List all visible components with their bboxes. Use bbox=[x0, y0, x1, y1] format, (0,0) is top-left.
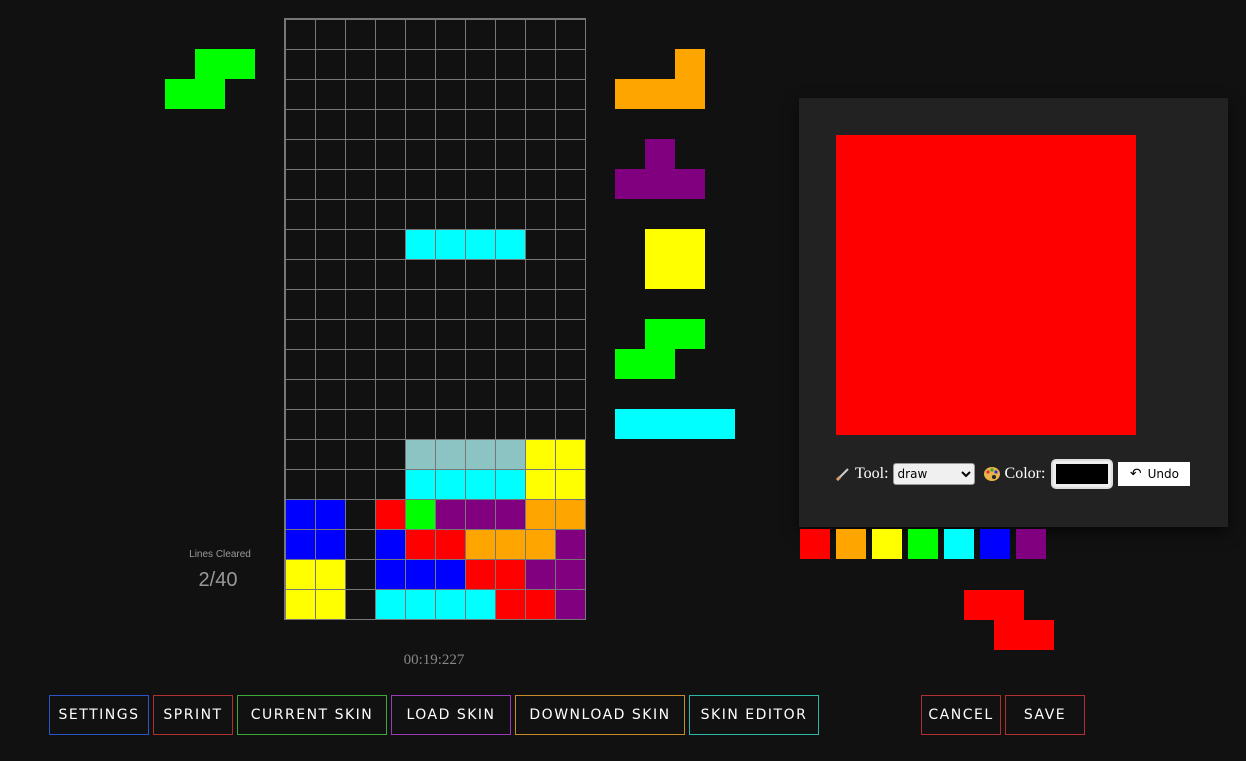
next-piece-block bbox=[645, 229, 675, 259]
next-piece-block bbox=[645, 409, 675, 439]
hold-piece-block bbox=[195, 79, 225, 109]
next-piece-block bbox=[615, 169, 645, 199]
load-skin-button[interactable]: LOAD SKIN bbox=[391, 695, 511, 735]
next-piece-block bbox=[615, 79, 645, 109]
palette-swatch[interactable] bbox=[836, 529, 866, 559]
timer: 00:19:227 bbox=[403, 652, 465, 668]
next-piece-block bbox=[645, 259, 675, 289]
board-grid bbox=[285, 19, 585, 619]
next-piece-block bbox=[675, 409, 705, 439]
next-piece-block bbox=[645, 139, 675, 169]
skin-preview-piece bbox=[964, 590, 1054, 650]
skin-editor-canvas[interactable] bbox=[836, 135, 1136, 435]
palette-swatch[interactable] bbox=[908, 529, 938, 559]
next-piece-block bbox=[675, 169, 705, 199]
skin-editor-toolbar: Tool: draw Color: ↶ Undo bbox=[835, 458, 1191, 490]
preview-piece-block bbox=[994, 620, 1024, 650]
hold-piece bbox=[165, 49, 255, 109]
next-piece-block bbox=[675, 259, 705, 289]
next-piece-block bbox=[675, 79, 705, 109]
brush-icon bbox=[835, 466, 851, 482]
hold-piece-block bbox=[165, 79, 195, 109]
palette-swatch[interactable] bbox=[1016, 529, 1046, 559]
preview-piece-block bbox=[1024, 620, 1054, 650]
color-picker-swatch bbox=[1056, 464, 1109, 484]
undo-button[interactable]: ↶ Undo bbox=[1118, 462, 1191, 486]
download-skin-button[interactable]: DOWNLOAD SKIN bbox=[515, 695, 685, 735]
next-piece-block bbox=[645, 79, 675, 109]
save-button[interactable]: SAVE bbox=[1005, 695, 1085, 735]
color-label: Color: bbox=[1004, 465, 1046, 482]
next-piece-block bbox=[675, 319, 705, 349]
palette-swatch[interactable] bbox=[800, 529, 830, 559]
color-picker[interactable] bbox=[1051, 459, 1114, 489]
palette-swatch[interactable] bbox=[944, 529, 974, 559]
preview-piece-block bbox=[994, 590, 1024, 620]
skin-editor-button[interactable]: SKIN EDITOR bbox=[689, 695, 819, 735]
next-piece-block bbox=[645, 349, 675, 379]
lines-cleared-value: 2/40 bbox=[198, 569, 238, 591]
tool-label: Tool: bbox=[855, 465, 889, 482]
palette-swatch[interactable] bbox=[872, 529, 902, 559]
next-piece-block bbox=[705, 409, 735, 439]
hold-piece-block bbox=[225, 49, 255, 79]
tool-select[interactable]: draw bbox=[892, 463, 975, 485]
palette-icon bbox=[983, 465, 1001, 483]
lines-cleared-label: Lines Cleared bbox=[189, 549, 251, 560]
hold-piece-block bbox=[195, 49, 225, 79]
next-piece-block bbox=[615, 349, 645, 379]
preview-piece-block bbox=[964, 590, 994, 620]
palette-swatch[interactable] bbox=[980, 529, 1010, 559]
next-piece-block bbox=[645, 319, 675, 349]
skin-editor-panel: Tool: draw Color: ↶ Undo bbox=[799, 98, 1228, 527]
next-queue bbox=[615, 49, 745, 449]
next-piece-block bbox=[645, 169, 675, 199]
next-piece-block bbox=[675, 49, 705, 79]
current-skin-button[interactable]: CURRENT SKIN bbox=[237, 695, 387, 735]
sprint-button[interactable]: SPRINT bbox=[153, 695, 233, 735]
undo-label: Undo bbox=[1147, 467, 1179, 481]
next-piece-block bbox=[675, 229, 705, 259]
next-piece-block bbox=[615, 409, 645, 439]
settings-button[interactable]: SETTINGS bbox=[49, 695, 149, 735]
cancel-button[interactable]: CANCEL bbox=[921, 695, 1001, 735]
game-board bbox=[284, 18, 586, 620]
undo-icon: ↶ bbox=[1129, 466, 1142, 482]
